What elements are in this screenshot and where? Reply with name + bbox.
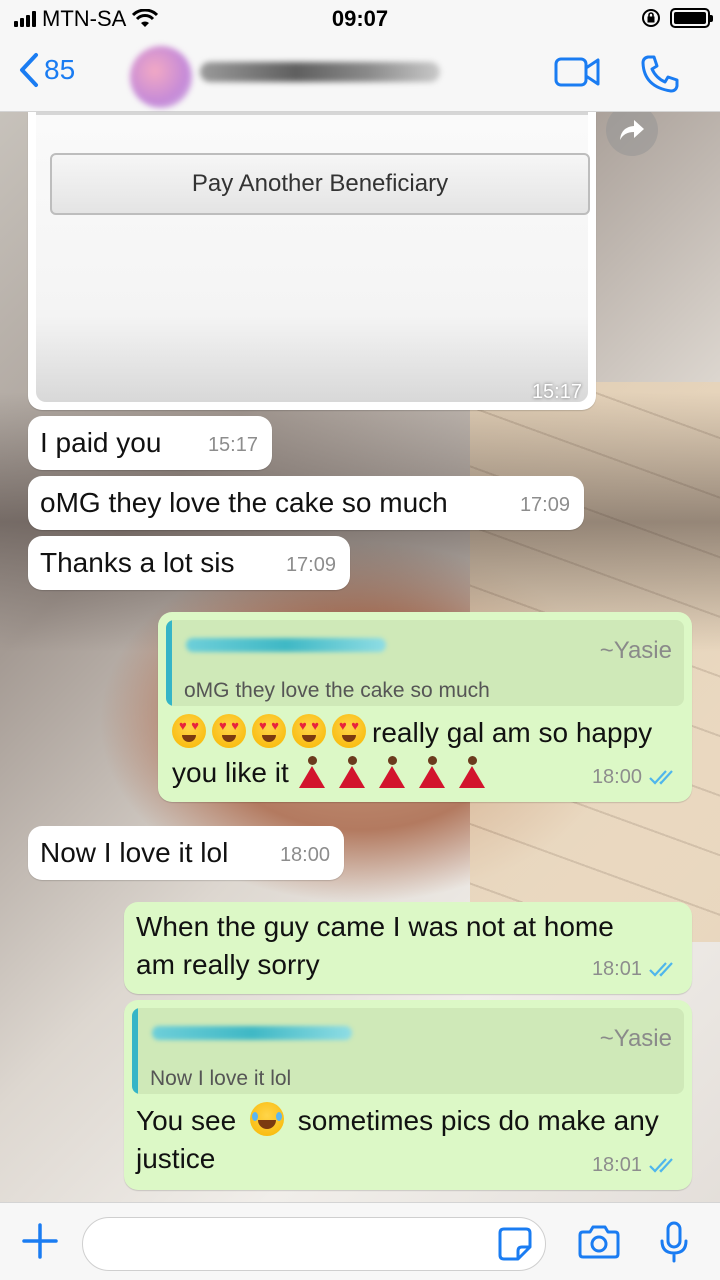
message-text-line1: really gal am so happy [172,714,652,752]
status-time: 09:07 [331,6,389,31]
message-input[interactable] [82,1217,546,1271]
dancer-emoji-icon [335,754,369,788]
message-text: When the guy came I was not at home [136,911,614,942]
message-text: I paid you [40,427,162,458]
message-bubble-incoming[interactable]: oMG they love the cake so much 17:09 [28,476,584,530]
message-text-line1: You see sometimes pics do make any [136,1102,659,1140]
message-bubble-outgoing[interactable]: ~Yasie oMG they love the cake so much re… [158,612,692,802]
quote-bar [132,1008,138,1094]
message-meta: 18:00 [592,758,678,796]
camera-icon [578,1225,620,1259]
message-time: 17:09 [519,494,570,516]
message-time: 18:01 [591,1154,642,1176]
message-time: 15:17 [531,381,582,403]
quote-text: oMG they love the cake so much [184,679,490,702]
message-text: oMG they love the cake so much [40,487,448,518]
message-text: you like it [172,757,289,788]
message-time: 15:17 [207,434,258,456]
quoted-message[interactable]: ~Yasie oMG they love the cake so much [166,620,684,706]
message-time: 18:00 [279,844,330,866]
message-bubble-incoming[interactable]: I paid you 15:17 [28,416,272,470]
message-text: really gal am so happy [372,717,653,748]
message-text: am really sorry [136,949,320,980]
forward-arrow-icon [620,120,644,140]
message-text: You see [136,1105,237,1136]
message-time: 17:09 [285,554,336,576]
message-time: 18:00 [591,766,642,788]
quote-sender: ~Yasie [599,1025,672,1052]
message-text: Now I love it lol [40,837,229,868]
double-check-read-icon [649,962,673,977]
message-meta: 18:01 [592,1146,678,1184]
composer-bar [0,1202,720,1280]
heart-eyes-emoji-icon [332,714,366,748]
forward-button[interactable] [606,112,658,156]
rotation-lock-icon [642,9,660,27]
double-check-read-icon [649,770,673,785]
quote-bar [166,620,172,706]
battery-icon [670,8,713,28]
sticker-button[interactable] [498,1227,532,1266]
heart-eyes-emoji-icon [292,714,326,748]
message-text-line2: you like it [172,754,489,792]
double-check-read-icon [649,1158,673,1173]
voice-call-button[interactable] [640,54,680,99]
image-thumbnail[interactable]: Pay Another Beneficiary [36,112,590,402]
chat-header: 85 [0,36,720,112]
message-text: justice [136,1143,216,1174]
microphone-icon [660,1221,688,1263]
heart-eyes-emoji-icon [172,714,206,748]
quoted-message[interactable]: ~Yasie Now I love it lol [132,1008,684,1094]
status-right [640,7,713,29]
dancer-emoji-icon [455,754,489,788]
message-text: sometimes pics do make any [297,1105,659,1136]
message-time: 18:01 [591,958,642,980]
dancer-emoji-icon [415,754,449,788]
message-bubble-incoming[interactable]: Now I love it lol 18:00 [28,826,344,880]
video-camera-icon [554,57,600,87]
unread-count: 85 [44,54,76,85]
message-bubble-incoming[interactable]: Thanks a lot sis 17:09 [28,536,350,590]
plus-icon [22,1223,58,1259]
pay-another-beneficiary-button-image: Pay Another Beneficiary [50,153,590,215]
heart-eyes-emoji-icon [252,714,286,748]
phone-icon [641,55,679,93]
camera-button[interactable] [578,1223,620,1264]
back-button[interactable]: 85 [18,52,75,88]
quote-text: Now I love it lol [150,1067,292,1090]
microphone-button[interactable] [658,1221,690,1268]
quote-sender-redacted [186,638,386,652]
contact-avatar[interactable] [130,46,192,108]
message-bubble-outgoing[interactable]: When the guy came I was not at home am r… [124,902,692,994]
heart-eyes-emoji-icon [212,714,246,748]
video-call-button[interactable] [554,56,600,93]
chevron-left-icon [20,53,38,87]
attach-button[interactable] [20,1221,60,1266]
tears-of-joy-emoji-icon [249,1102,284,1136]
message-bubble-outgoing[interactable]: ~Yasie Now I love it lol You see sometim… [124,1000,692,1190]
image-message[interactable]: Pay Another Beneficiary 15:17 [28,112,596,410]
dancer-emoji-icon [295,754,329,788]
contact-name-redacted[interactable] [200,62,440,82]
message-meta: 18:01 [592,950,678,988]
status-bar: MTN-SA 09:07 [0,0,720,36]
dancer-emoji-icon [375,754,409,788]
chat-area[interactable]: Pay Another Beneficiary 15:17 I paid you… [0,112,720,1202]
quote-sender-redacted [152,1026,352,1040]
quote-sender: ~Yasie [599,637,672,664]
message-text: Thanks a lot sis [40,547,235,578]
sticker-icon [498,1227,532,1261]
